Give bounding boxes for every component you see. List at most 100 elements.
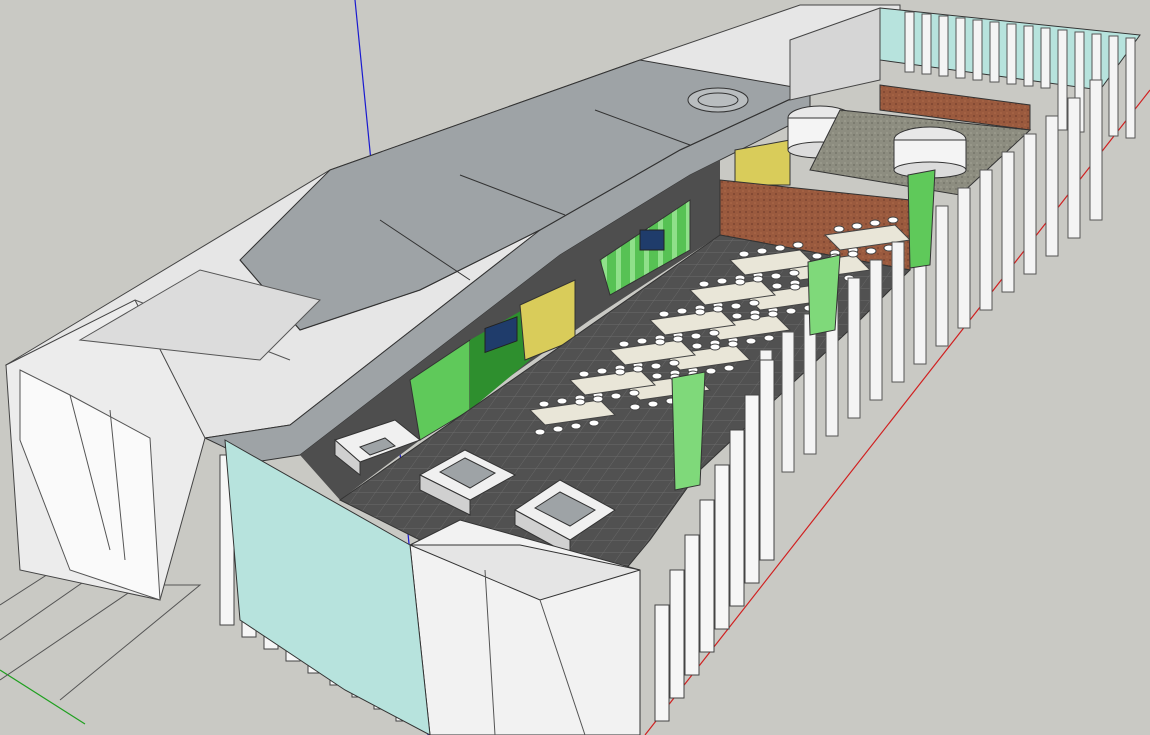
chair[interactable] [614,368,626,376]
chair[interactable] [731,312,743,320]
chair[interactable] [668,359,680,367]
fin [1067,97,1081,239]
green-axis [0,669,86,725]
green-column[interactable] [907,169,936,269]
fin [935,205,949,347]
chair[interactable] [730,302,742,310]
fin [1089,79,1103,221]
chair[interactable] [628,389,640,397]
fin [979,169,993,311]
chair[interactable] [833,225,845,233]
fin [654,604,670,722]
chair[interactable] [727,340,739,348]
chair[interactable] [745,337,757,345]
fin [729,429,745,607]
chair[interactable] [672,335,684,343]
sketchup-3d-viewport[interactable] [0,0,1150,735]
chair[interactable] [716,277,728,285]
chair[interactable] [556,397,568,405]
chair[interactable] [788,269,800,277]
round-light-fixture[interactable] [893,126,967,179]
fin [759,359,775,561]
fin [781,331,795,473]
chair[interactable] [618,340,630,348]
chair[interactable] [588,419,600,427]
chair[interactable] [534,428,546,436]
fin [1108,35,1119,137]
chair[interactable] [789,283,801,291]
fin [1125,37,1136,139]
fin [904,11,915,73]
chair[interactable] [691,342,703,350]
fin [699,499,715,653]
fin [1023,25,1034,87]
fin [921,13,932,75]
green-column[interactable] [807,254,841,336]
chair[interactable] [570,422,582,430]
chair[interactable] [592,395,604,403]
chair[interactable] [658,310,670,318]
fin [891,241,905,383]
chair[interactable] [792,241,804,249]
chair[interactable] [610,392,622,400]
ceiling-round-opening [687,87,749,113]
framed-picture[interactable] [639,229,665,251]
chair[interactable] [596,367,608,375]
chair[interactable] [705,367,717,375]
fin [1023,133,1037,275]
chair[interactable] [887,216,899,224]
chair[interactable] [811,252,823,260]
fin [1006,23,1017,85]
chair[interactable] [785,307,797,315]
chair[interactable] [865,247,877,255]
chair[interactable] [734,278,746,286]
chair[interactable] [774,244,786,252]
chair[interactable] [676,307,688,315]
chair[interactable] [578,370,590,378]
chair[interactable] [552,425,564,433]
chair[interactable] [738,250,750,258]
chair[interactable] [851,222,863,230]
fin [972,19,983,81]
chair[interactable] [749,313,761,321]
chair[interactable] [708,329,720,337]
chair[interactable] [629,403,641,411]
chair[interactable] [770,272,782,280]
fin [957,187,971,329]
fin [1001,151,1015,293]
fin [989,21,1000,83]
chair[interactable] [723,364,735,372]
chair[interactable] [698,280,710,288]
chair[interactable] [712,305,724,313]
fin [744,394,760,584]
chair[interactable] [752,275,764,283]
fin [869,259,883,401]
chair[interactable] [651,372,663,380]
chair[interactable] [654,338,666,346]
chair[interactable] [632,365,644,373]
fin [669,569,685,699]
chair[interactable] [690,332,702,340]
fin [1057,29,1068,131]
chair[interactable] [538,400,550,408]
fin [684,534,700,676]
fin [847,277,861,419]
chair[interactable] [748,299,760,307]
fin [955,17,966,79]
chair[interactable] [647,400,659,408]
model-scene[interactable] [0,0,1150,735]
chair[interactable] [847,250,859,258]
chair[interactable] [767,310,779,318]
chair[interactable] [763,334,775,342]
green-column[interactable] [671,371,706,491]
fin [938,15,949,77]
chair[interactable] [636,337,648,345]
fin [714,464,730,630]
chair[interactable] [709,343,721,351]
chair[interactable] [756,247,768,255]
chair[interactable] [869,219,881,227]
chair[interactable] [771,282,783,290]
chair[interactable] [694,308,706,316]
chair[interactable] [574,398,586,406]
chair[interactable] [650,362,662,370]
